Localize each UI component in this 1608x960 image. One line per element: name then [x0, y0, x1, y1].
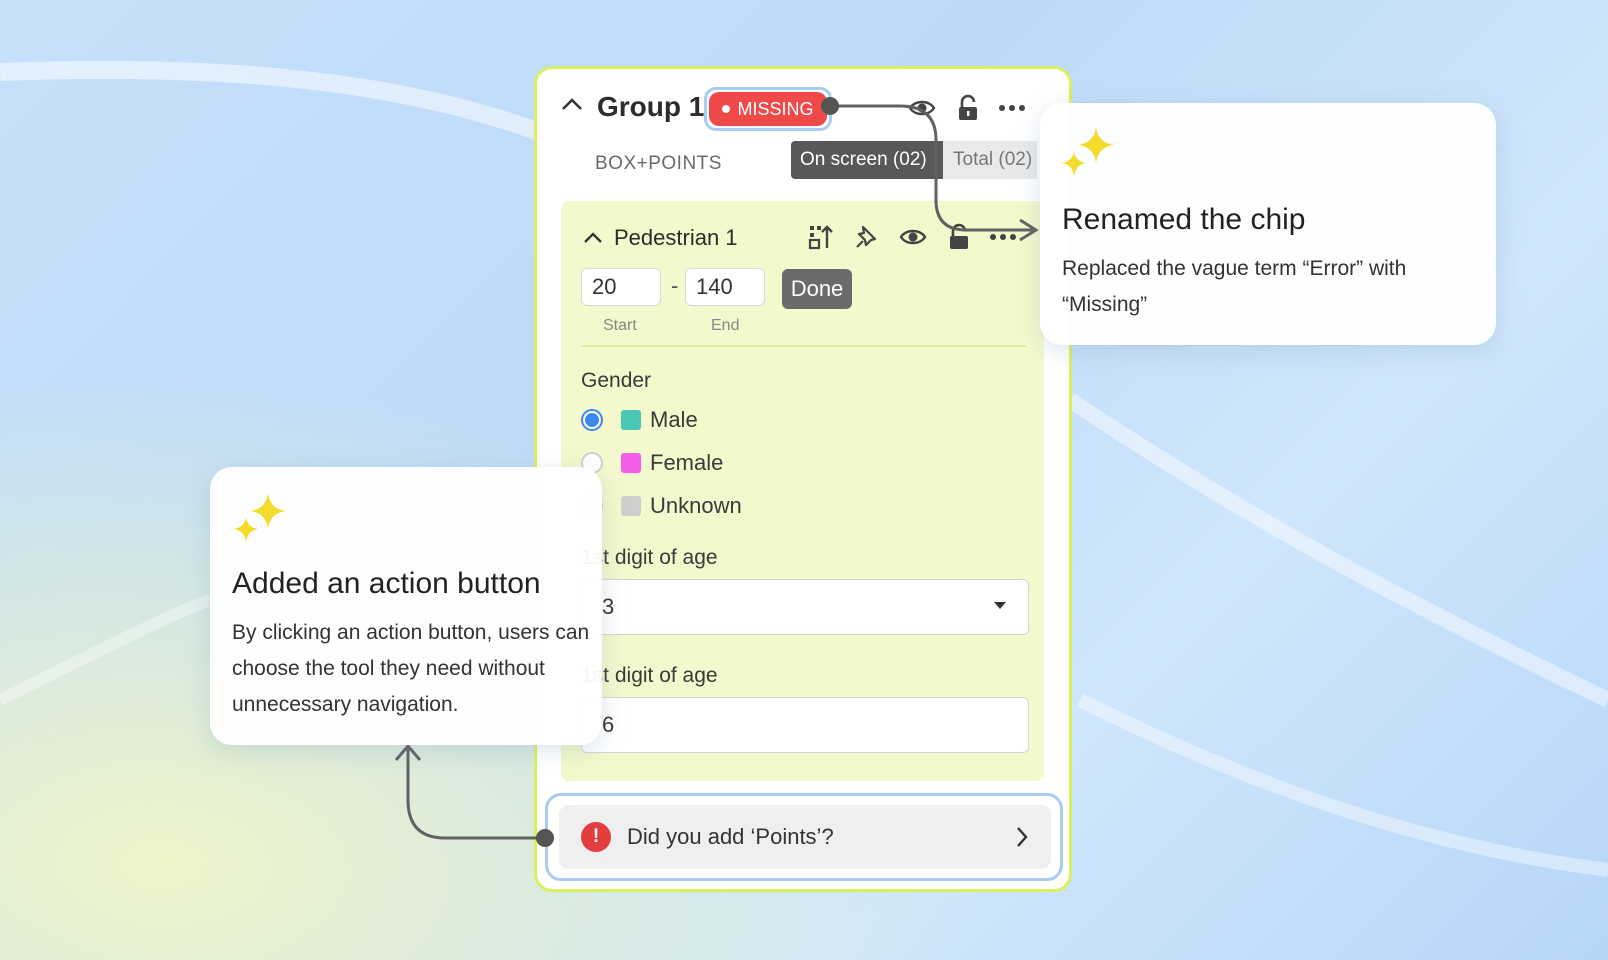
- color-swatch: [621, 453, 641, 473]
- age-first-value: 3: [602, 594, 615, 619]
- age-first-select[interactable]: 3: [581, 579, 1029, 635]
- chip-label: MISSING: [737, 98, 814, 119]
- unlock-icon[interactable]: [953, 93, 983, 123]
- callout-title: Renamed the chip: [1062, 203, 1306, 236]
- start-frame-input[interactable]: 20: [581, 268, 661, 306]
- option-label: Female: [650, 450, 724, 475]
- pin-icon[interactable]: [851, 221, 883, 253]
- sort-icon[interactable]: [805, 221, 837, 253]
- object-collapse-chevron-icon[interactable]: [583, 231, 603, 249]
- end-label: End: [711, 317, 740, 334]
- more-icon[interactable]: [997, 93, 1027, 123]
- gender-option-female[interactable]: Female: [581, 448, 723, 478]
- callout-title: Added an action button: [232, 567, 541, 600]
- object-title: Pedestrian 1: [614, 225, 738, 250]
- chip-dot-icon: [722, 105, 731, 113]
- color-swatch: [621, 496, 641, 516]
- range-dash: -: [671, 273, 679, 298]
- object-lock-icon[interactable]: [943, 221, 975, 253]
- add-points-action-button[interactable]: ! Did you add ‘Points’?: [559, 805, 1051, 869]
- group-subtitle: BOX+POINTS: [595, 153, 722, 174]
- divider: [581, 345, 1026, 347]
- sparkle-icon: [234, 493, 286, 543]
- object-more-icon[interactable]: [987, 221, 1019, 253]
- color-swatch: [621, 410, 641, 430]
- sparkle-icon: [1062, 127, 1114, 177]
- start-label: Start: [603, 317, 637, 334]
- group-title: Group 1: [597, 91, 705, 122]
- age-last-input[interactable]: 6: [581, 697, 1029, 753]
- object-card: Pedestrian 1 20 - 140 Done Start End Gen…: [561, 201, 1044, 781]
- gender-label: Gender: [581, 369, 652, 392]
- collapse-chevron-icon[interactable]: [561, 97, 583, 116]
- object-eye-icon[interactable]: [897, 221, 929, 253]
- callout-body: Replaced the vague term “Error” with “Mi…: [1062, 257, 1407, 316]
- tab-on-screen[interactable]: On screen (02): [791, 141, 943, 179]
- tab-total[interactable]: Total (02): [943, 141, 1037, 179]
- status-chip: MISSING: [709, 92, 827, 126]
- age-last-value: 6: [602, 712, 615, 737]
- gender-option-unknown[interactable]: Unknown: [581, 491, 742, 521]
- end-frame-input[interactable]: 140: [685, 268, 765, 306]
- chevron-right-icon: [1015, 825, 1029, 854]
- radio-selected[interactable]: [581, 409, 603, 431]
- done-button[interactable]: Done: [782, 269, 852, 309]
- callout-renamed-chip: Renamed the chip Replaced the vague term…: [1040, 103, 1496, 345]
- option-label: Unknown: [650, 493, 742, 518]
- error-icon: !: [581, 822, 611, 852]
- callout-body: By clicking an action button, users can …: [232, 621, 590, 716]
- annotation-group-panel: Group 1 MISSING BOX+POINTS On screen (02…: [534, 66, 1072, 892]
- eye-icon[interactable]: [907, 93, 937, 123]
- gender-option-male[interactable]: Male: [581, 405, 698, 435]
- action-label: Did you add ‘Points’?: [627, 824, 834, 849]
- dropdown-caret-icon: [994, 602, 1006, 609]
- option-label: Male: [650, 407, 698, 432]
- callout-action-button: Added an action button By clicking an ac…: [210, 467, 602, 745]
